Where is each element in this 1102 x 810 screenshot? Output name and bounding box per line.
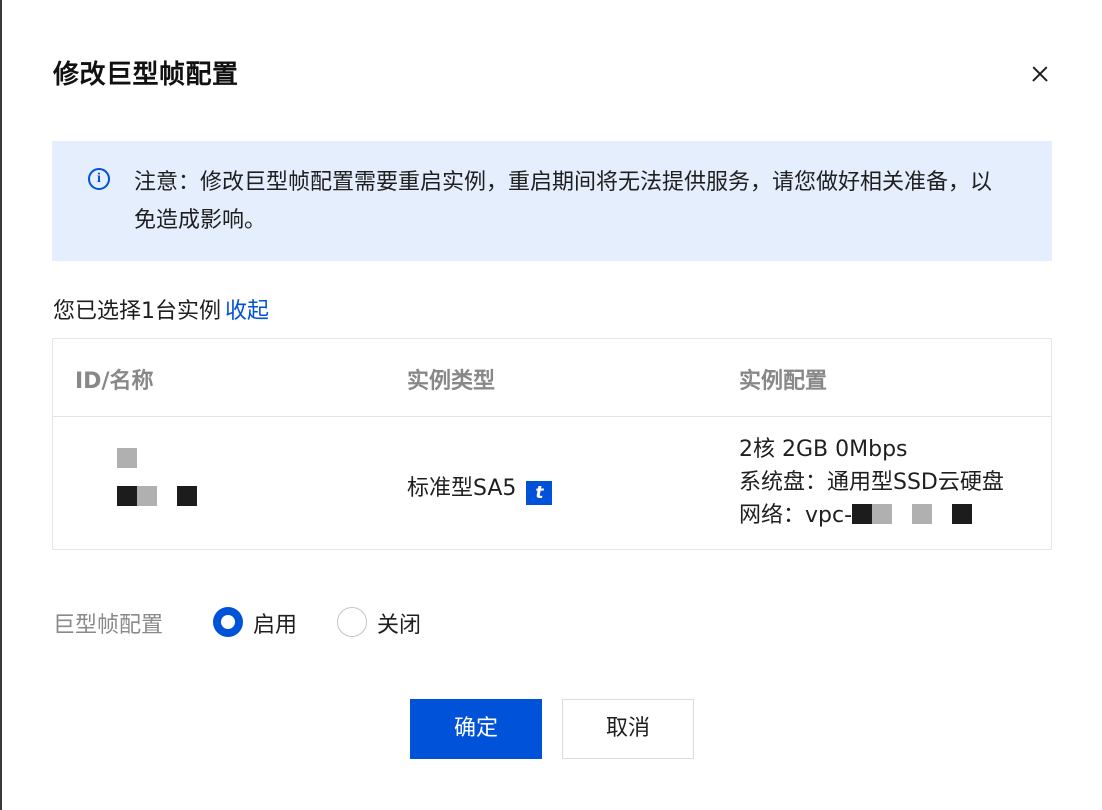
- confirm-button[interactable]: 确定: [410, 699, 542, 759]
- redaction-block: [852, 504, 873, 524]
- close-icon[interactable]: [1026, 60, 1054, 88]
- notice-banner: i 注意：修改巨型帧配置需要重启实例，重启期间将无法提供服务，请您做好相关准备，…: [52, 141, 1052, 261]
- redaction-block: [137, 486, 157, 506]
- config-network-prefix: 网络：vpc-: [739, 503, 853, 528]
- instance-type: 标准型SA5: [407, 476, 517, 501]
- config-disk: 系统盘：通用型SSD云硬盘: [739, 470, 1004, 495]
- radio-checked-icon[interactable]: [213, 607, 243, 637]
- selection-summary: 您已选择1台实例 收起: [53, 297, 269, 327]
- radio-unchecked-icon[interactable]: [337, 607, 367, 637]
- radio-enable-label[interactable]: 启用: [253, 607, 297, 639]
- redaction-block: [117, 448, 137, 468]
- cancel-button[interactable]: 取消: [562, 699, 694, 759]
- radio-disable-label[interactable]: 关闭: [377, 607, 421, 639]
- redaction-block: [117, 486, 137, 506]
- redaction-block: [912, 504, 933, 524]
- column-header-config: 实例配置: [739, 369, 828, 394]
- table-header: ID/名称 实例类型 实例配置: [53, 339, 1051, 417]
- selection-count-text: 您已选择1台实例: [53, 299, 221, 324]
- notice-text: 注意：修改巨型帧配置需要重启实例，重启期间将无法提供服务，请您做好相关准备，以免…: [134, 170, 993, 233]
- instance-type-cell: 标准型SA5 t: [407, 470, 553, 505]
- column-header-id: ID/名称: [75, 369, 154, 394]
- table-row: 标准型SA5 t 2核 2GB 0Mbps 系统盘：通用型SSD云硬盘 网络：vp…: [53, 417, 1051, 549]
- instance-id-masked: [117, 448, 207, 518]
- collapse-link[interactable]: 收起: [225, 299, 269, 324]
- redaction-block: [952, 504, 973, 524]
- dialog-title: 修改巨型帧配置: [53, 60, 239, 90]
- config-network: 网络：vpc-: [739, 499, 1004, 532]
- instance-config-cell: 2核 2GB 0Mbps 系统盘：通用型SSD云硬盘 网络：vpc-: [739, 433, 1004, 532]
- config-spec: 2核 2GB 0Mbps: [739, 437, 908, 462]
- instance-table: ID/名称 实例类型 实例配置 标准型SA5 t 2核 2GB 0Mbps 系统盘…: [52, 338, 1052, 550]
- column-header-type: 实例类型: [407, 369, 496, 394]
- instance-type-badge-icon: t: [526, 481, 553, 505]
- jumbo-frame-dialog: 修改巨型帧配置 i 注意：修改巨型帧配置需要重启实例，重启期间将无法提供服务，请…: [2, 0, 1102, 810]
- redaction-block: [177, 486, 197, 506]
- redaction-block: [872, 504, 893, 524]
- jumbo-frame-label: 巨型帧配置: [53, 613, 164, 638]
- vpc-id-masked: [852, 504, 973, 524]
- info-icon: i: [88, 168, 110, 190]
